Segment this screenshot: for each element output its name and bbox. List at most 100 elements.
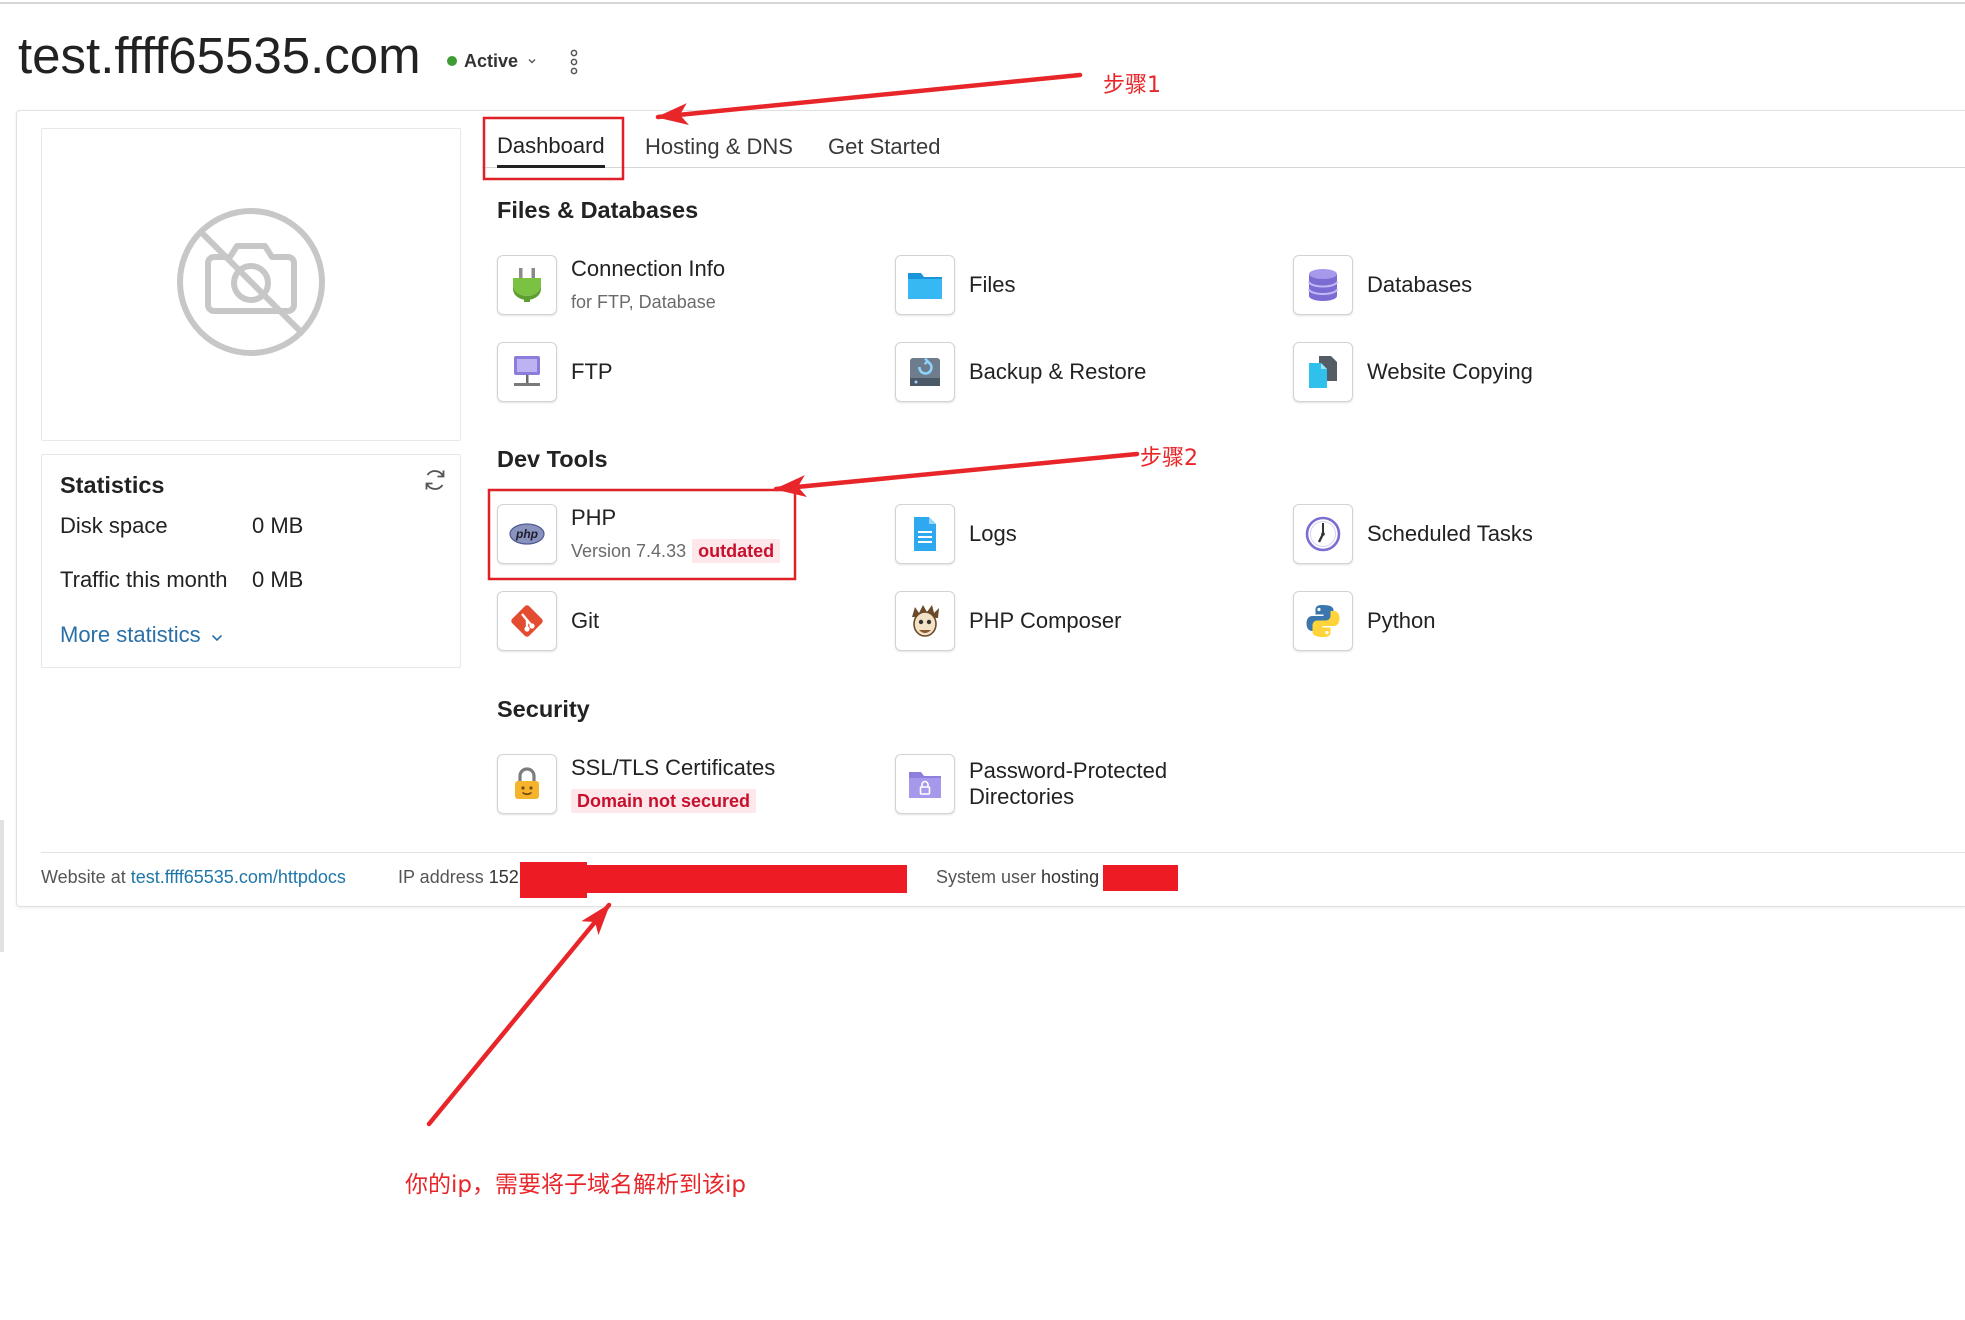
tile-label: Databases xyxy=(1367,272,1473,297)
tile-text: Databases xyxy=(1367,272,1472,298)
tile-text: PHP Version 7.4.33 outdated xyxy=(571,505,781,563)
statistics-panel: Statistics Disk space 0 MB Traffic this … xyxy=(41,454,461,668)
stat-row-disk-space: Disk space 0 MB xyxy=(60,512,450,540)
tile-password-protected-directories[interactable]: Password-Protected Directories xyxy=(895,754,1293,814)
tile-label: Git xyxy=(571,608,600,633)
copy-files-icon xyxy=(1293,342,1353,402)
tile-text: Logs xyxy=(969,521,1017,547)
more-statistics-label: More statistics xyxy=(60,622,201,647)
stat-value: 0 MB xyxy=(252,567,304,592)
ip-note-label: 你的ip，需要将子域名解析到该ip xyxy=(405,1172,746,1198)
status-text: Active xyxy=(464,51,519,71)
website-path-link[interactable]: test.ffff65535.com/httpdocs xyxy=(131,867,346,887)
ftp-server-icon xyxy=(497,342,557,402)
top-divider xyxy=(0,2,1965,4)
section-title: Security xyxy=(497,696,590,722)
tile-ssl-tls-certificates[interactable]: SSL/TLS Certificates Domain not secured xyxy=(497,754,895,814)
tile-text: Backup & Restore xyxy=(969,359,1146,385)
tile-grid: Connection Info for FTP, Database Files xyxy=(497,255,1691,402)
domain-card: Statistics Disk space 0 MB Traffic this … xyxy=(16,110,1965,907)
composer-icon xyxy=(895,591,955,651)
python-icon xyxy=(1293,591,1353,651)
tile-grid: php PHP Version 7.4.33 outdated Logs Sch… xyxy=(497,504,1691,651)
footer-website: Website at test.ffff65535.com/httpdocs xyxy=(41,866,346,888)
dev-tools-section: Dev Tools php PHP Version 7.4.33 outdated xyxy=(497,445,1691,651)
tile-text: Website Copying xyxy=(1367,359,1533,385)
tile-text: Connection Info for FTP, Database xyxy=(571,256,725,314)
locked-folder-icon xyxy=(895,754,955,814)
tile-backup-restore[interactable]: Backup & Restore xyxy=(895,342,1293,402)
stat-label: Disk space xyxy=(60,513,168,538)
stat-row-traffic: Traffic this month 0 MB xyxy=(60,566,450,594)
tab-get-started[interactable]: Get Started xyxy=(828,127,941,168)
footer-divider xyxy=(41,852,1965,853)
backup-drive-icon xyxy=(895,342,955,402)
tile-label: Website Copying xyxy=(1367,359,1533,384)
tile-databases[interactable]: Databases xyxy=(1293,255,1691,315)
plug-icon xyxy=(497,255,557,315)
tile-ftp[interactable]: FTP xyxy=(497,342,895,402)
stat-value: 0 MB xyxy=(252,513,304,538)
tile-label: Scheduled Tasks xyxy=(1367,521,1533,546)
tile-label: PHP xyxy=(571,505,617,530)
tile-label: SSL/TLS Certificates xyxy=(571,755,776,780)
tile-python[interactable]: Python xyxy=(1293,591,1691,651)
database-icon xyxy=(1293,255,1353,315)
stat-label: Traffic this month xyxy=(60,567,228,592)
status-dropdown[interactable]: Active xyxy=(447,50,537,72)
tile-label: Password-Protected Directories xyxy=(969,758,1168,809)
ip-value: 152 xyxy=(488,867,519,887)
tile-files[interactable]: Files xyxy=(895,255,1293,315)
tile-label: PHP Composer xyxy=(969,608,1122,633)
clock-icon xyxy=(1293,504,1353,564)
tab-dashboard[interactable]: Dashboard xyxy=(497,127,605,168)
tile-label: Connection Info xyxy=(571,256,726,281)
step1-label: 步骤1 xyxy=(1103,73,1161,98)
chevron-down-icon xyxy=(527,52,537,70)
kebab-menu-icon[interactable] xyxy=(566,48,582,76)
php-logo-text: php xyxy=(515,527,538,541)
tile-scheduled-tasks[interactable]: Scheduled Tasks xyxy=(1293,504,1691,564)
tile-text: Scheduled Tasks xyxy=(1367,521,1533,547)
website-prefix: Website at xyxy=(41,867,126,887)
footer-ip-address: IP address 152 xyxy=(398,866,519,888)
git-icon xyxy=(497,591,557,651)
padlock-icon xyxy=(497,754,557,814)
left-edge-scroll-strip xyxy=(0,820,4,952)
tab-bar: Dashboard Hosting & DNS Get Started xyxy=(482,127,1965,168)
outdated-badge: outdated xyxy=(692,539,781,563)
tile-grid: SSL/TLS Certificates Domain not secured … xyxy=(497,754,1691,814)
folder-icon xyxy=(895,255,955,315)
security-section: Security SSL/TLS Certificates Domain not… xyxy=(497,695,1691,814)
more-statistics-link[interactable]: More statistics xyxy=(60,621,223,649)
tile-label: FTP xyxy=(571,359,613,384)
tile-git[interactable]: Git xyxy=(497,591,895,651)
php-version: Version 7.4.33 xyxy=(571,541,687,561)
tile-text: SSL/TLS Certificates Domain not secured xyxy=(571,755,775,813)
tile-label: Backup & Restore xyxy=(969,359,1147,384)
page-title: test.ffff65535.com xyxy=(18,27,421,84)
tile-text: Git xyxy=(571,608,599,634)
footer-system-user: System user hosting xyxy=(936,866,1099,888)
domain-not-secured-badge: Domain not secured xyxy=(571,789,757,813)
tile-php-composer[interactable]: PHP Composer xyxy=(895,591,1293,651)
no-photo-camera-icon xyxy=(174,205,328,364)
tile-php[interactable]: php PHP Version 7.4.33 outdated xyxy=(497,504,895,564)
tile-connection-info[interactable]: Connection Info for FTP, Database xyxy=(497,255,895,315)
files-databases-section: Files & Databases Connection Info for FT… xyxy=(497,196,1691,402)
refresh-icon[interactable] xyxy=(422,467,448,493)
section-title: Dev Tools xyxy=(497,446,608,472)
tab-hosting-dns[interactable]: Hosting & DNS xyxy=(645,127,793,168)
tile-logs[interactable]: Logs xyxy=(895,504,1293,564)
ip-label: IP address xyxy=(398,867,484,887)
tile-website-copying[interactable]: Website Copying xyxy=(1293,342,1691,402)
log-file-icon xyxy=(895,504,955,564)
tile-text: Password-Protected Directories xyxy=(969,758,1219,810)
tile-text: Files xyxy=(969,272,1015,298)
tile-text: Python xyxy=(1367,608,1436,634)
website-preview xyxy=(41,128,461,441)
tile-text: PHP Composer xyxy=(969,608,1121,634)
ip-arrow xyxy=(426,902,612,1127)
tile-sublabel: for FTP, Database xyxy=(571,292,716,312)
section-title: Files & Databases xyxy=(497,197,699,223)
